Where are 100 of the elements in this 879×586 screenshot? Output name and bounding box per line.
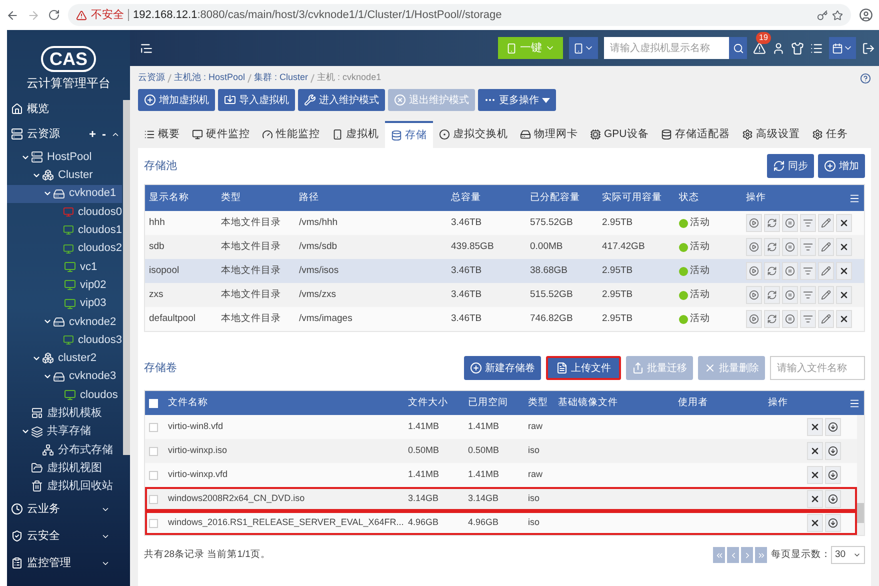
column-menu-icon[interactable] xyxy=(849,192,860,204)
select-all-checkbox[interactable] xyxy=(149,398,158,408)
calendar-menu-button[interactable] xyxy=(829,37,856,59)
table-row[interactable]: virtio-winxp.iso 0.50MB 0.50MB iso xyxy=(145,439,857,463)
user-icon[interactable] xyxy=(772,42,785,54)
star-icon[interactable] xyxy=(832,10,843,20)
help-icon[interactable] xyxy=(860,72,871,84)
tree-item[interactable]: cloudos3 xyxy=(7,330,122,350)
tab[interactable]: 虚拟交换机 xyxy=(433,121,514,148)
tab[interactable]: 性能监控 xyxy=(256,121,326,148)
tree-item[interactable]: cvknode2 xyxy=(7,312,122,331)
tab[interactable]: 物理网卡 xyxy=(514,121,584,148)
row-action-button[interactable] xyxy=(836,238,852,256)
tab[interactable]: 概要 xyxy=(138,121,186,148)
row-action-button[interactable] xyxy=(746,310,762,328)
tab[interactable]: 任务 xyxy=(806,121,854,148)
menu-toggle-icon[interactable] xyxy=(140,42,153,54)
table-row[interactable]: windows2008R2x64_CN_DVD.iso 3.14GB 3.14GB iso xyxy=(145,487,857,511)
tab[interactable]: GPU设备 xyxy=(584,121,655,148)
list-icon[interactable] xyxy=(810,42,823,54)
table-row[interactable]: sdb 本地文件目录 /vms/sdb 439.85GB 0.00MB 417.42GB 活动 xyxy=(145,235,864,259)
action-button[interactable]: 新建存储卷 xyxy=(464,356,541,380)
breadcrumb-link[interactable]: 集群 : Cluster xyxy=(254,71,308,85)
tab[interactable]: 硬件监控 xyxy=(186,121,256,148)
nav-item[interactable]: 监控管理 xyxy=(7,550,122,577)
row-action-button[interactable] xyxy=(825,442,841,460)
tree-item[interactable]: cloudos2 xyxy=(7,239,122,258)
table-row[interactable]: virtio-winxp.vfd 1.41MB 1.41MB raw xyxy=(145,463,857,487)
tree-item[interactable]: cvknode3 xyxy=(7,368,122,386)
row-action-button[interactable] xyxy=(764,262,780,280)
row-action-button[interactable] xyxy=(836,214,852,232)
row-checkbox[interactable] xyxy=(149,446,158,456)
nav-item[interactable]: 云安全 xyxy=(7,522,122,550)
tree-item[interactable]: HostPool xyxy=(7,148,122,166)
tree-item[interactable]: cloudos0 xyxy=(7,202,122,222)
row-action-button[interactable] xyxy=(836,262,852,280)
action-button[interactable]: 上传文件 xyxy=(546,356,621,380)
table-row[interactable]: windows_2016.RS1_RELEASE_SERVER_EVAL_X64FR... 4.96GB 4.96GB iso xyxy=(145,511,857,535)
device-menu-button[interactable] xyxy=(569,37,598,59)
row-action-button[interactable] xyxy=(764,238,780,256)
page-size-select[interactable]: 30 xyxy=(831,546,865,564)
search-button[interactable] xyxy=(729,37,747,59)
profile-icon[interactable] xyxy=(859,8,873,22)
row-action-button[interactable] xyxy=(836,310,852,328)
tree-item[interactable]: cvknode1 xyxy=(7,184,122,203)
row-action-button[interactable] xyxy=(818,286,834,304)
row-action-button[interactable] xyxy=(825,466,841,484)
address-bar[interactable]: 不安全 192.168.12.1:8080/cas/main/host/3/cvknode1/1/Cluster/1/HostPool//storage xyxy=(68,4,851,26)
row-action-button[interactable] xyxy=(818,238,834,256)
row-action-button[interactable] xyxy=(782,310,798,328)
row-action-button[interactable] xyxy=(825,514,841,532)
tree-item[interactable]: 虚拟机回收站 xyxy=(7,477,122,496)
row-action-button[interactable] xyxy=(746,286,762,304)
tree-item[interactable]: cluster2 xyxy=(7,349,122,368)
nav-item[interactable]: 云业务 xyxy=(7,496,122,523)
table-row[interactable]: zxs 本地文件目录 /vms/zxs 3.46TB 515.52GB 2.95TB 活动 xyxy=(145,283,864,307)
back-icon[interactable] xyxy=(6,8,19,22)
row-action-button[interactable] xyxy=(782,238,798,256)
action-button[interactable]: 增加 xyxy=(818,154,865,178)
row-action-button[interactable] xyxy=(818,214,834,232)
tree-item[interactable]: Cluster xyxy=(7,166,122,185)
row-action-button[interactable] xyxy=(807,466,823,484)
row-action-button[interactable] xyxy=(807,418,823,436)
tree-item[interactable]: 虚拟机模板 xyxy=(7,404,122,422)
scrollbar[interactable] xyxy=(857,415,864,535)
nav-item[interactable]: 概览 xyxy=(7,98,122,120)
tree-action[interactable]: - xyxy=(102,125,106,143)
row-action-button[interactable] xyxy=(836,286,852,304)
row-action-button[interactable] xyxy=(782,214,798,232)
tree-item[interactable]: cloudos1 xyxy=(7,221,122,240)
row-checkbox[interactable] xyxy=(149,422,158,432)
breadcrumb-link[interactable]: 云资源 xyxy=(138,71,165,85)
table-row[interactable]: isopool 本地文件目录 /vms/isos 3.46TB 38.68GB 2.95TB 活动 xyxy=(145,259,864,283)
action-button[interactable]: 导入虚拟机 xyxy=(218,89,295,111)
row-action-button[interactable] xyxy=(746,238,762,256)
action-button[interactable]: 增加虚拟机 xyxy=(138,89,215,111)
tree-item[interactable]: 分布式存储 xyxy=(7,440,122,460)
table-row[interactable]: virtio-win8.vfd 1.41MB 1.41MB raw xyxy=(145,415,857,439)
row-action-button[interactable] xyxy=(764,310,780,328)
reload-icon[interactable] xyxy=(48,9,60,21)
tree-item[interactable]: vip02 xyxy=(7,276,122,294)
shirt-icon[interactable] xyxy=(791,42,804,54)
alarm-icon[interactable] xyxy=(753,42,766,54)
row-action-button[interactable] xyxy=(764,214,780,232)
tab[interactable]: 高级设置 xyxy=(736,121,806,148)
row-action-button[interactable] xyxy=(807,442,823,460)
table-row[interactable]: defaultpool 本地文件目录 /vms/images 3.46TB 746.82GB 2.95TB 活动 xyxy=(145,307,864,331)
scrollbar[interactable] xyxy=(123,100,130,455)
logout-icon[interactable] xyxy=(862,42,875,54)
row-action-button[interactable] xyxy=(807,490,823,508)
tree-item[interactable]: vip03 xyxy=(7,294,122,313)
row-action-button[interactable] xyxy=(782,286,798,304)
row-action-button[interactable] xyxy=(807,514,823,532)
tree-item[interactable]: vc1 xyxy=(7,258,122,276)
row-checkbox[interactable] xyxy=(149,494,158,504)
tree-item[interactable]: 虚拟机视图 xyxy=(7,459,122,478)
breadcrumb-link[interactable]: 主机池 : HostPool xyxy=(174,71,246,85)
row-action-button[interactable] xyxy=(764,286,780,304)
tree-item[interactable]: cloudos xyxy=(7,386,122,404)
row-action-button[interactable] xyxy=(746,262,762,280)
